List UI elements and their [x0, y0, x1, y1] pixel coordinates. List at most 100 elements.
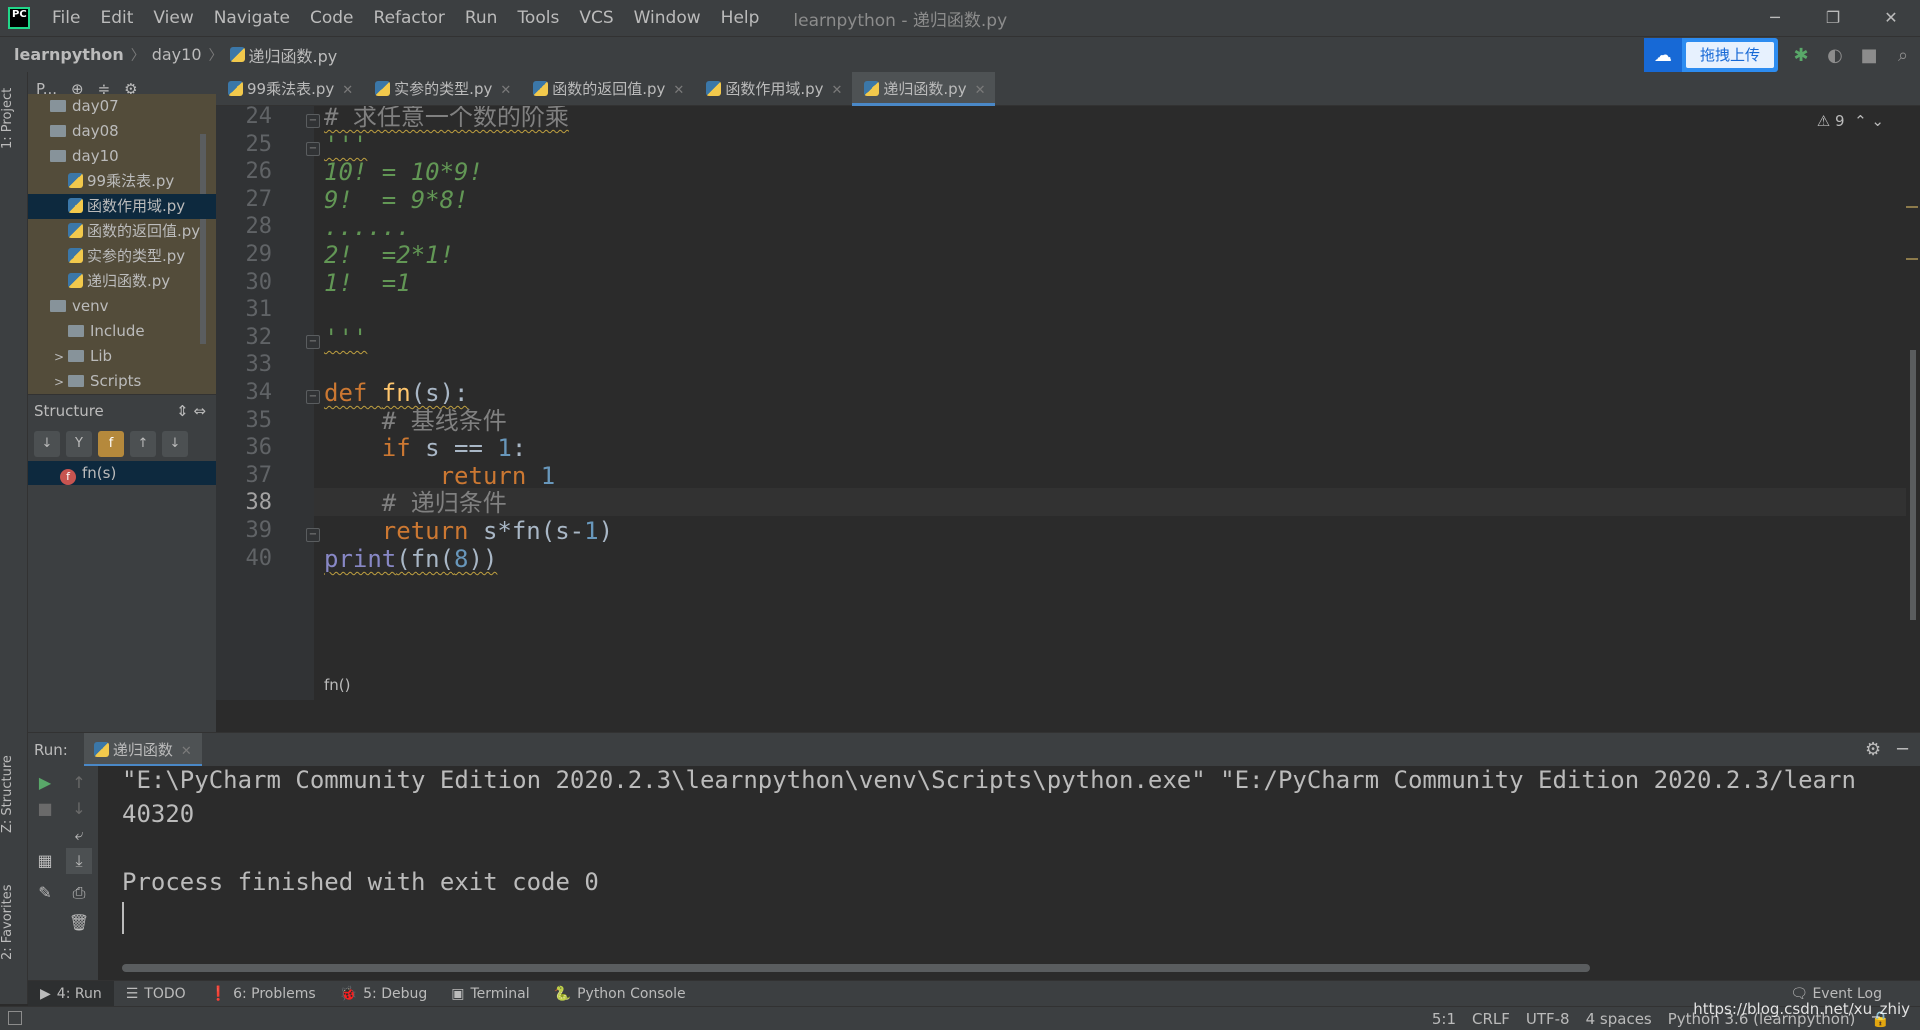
tree-item[interactable]: > Lib	[28, 344, 216, 369]
scroll-to-source-icon[interactable]: ↓	[162, 431, 188, 457]
bottom-tool-pythonconsole[interactable]: 🐍 Python Console	[542, 981, 698, 1007]
breadcrumb-file[interactable]: 递归函数.py	[249, 43, 338, 67]
restore-button[interactable]: ❐	[1804, 0, 1862, 36]
menu-window[interactable]: Window	[624, 0, 711, 36]
fold-marker-icon[interactable]: −	[306, 390, 320, 404]
search-icon[interactable]: ⌕	[1886, 45, 1920, 66]
stop-icon[interactable]: ■	[1852, 45, 1886, 66]
menu-vcs[interactable]: VCS	[569, 0, 623, 36]
fold-marker-icon[interactable]: −	[306, 335, 320, 349]
run-label: Run:	[34, 740, 68, 759]
tree-item[interactable]: 实参的类型.py	[28, 244, 216, 269]
layout-icon[interactable]: ▦	[32, 848, 58, 874]
structure-tool-tab[interactable]: Z: Structure	[0, 744, 28, 844]
soft-wrap-icon[interactable]: ⤶	[66, 822, 92, 848]
toggle-tool-windows-icon[interactable]	[8, 1011, 22, 1025]
tree-item[interactable]: 函数的返回值.py	[28, 219, 216, 244]
close-icon[interactable]: ✕	[673, 83, 684, 98]
tree-item[interactable]: 99乘法表.py	[28, 169, 216, 194]
editor-tab[interactable]: 递归函数.py ✕	[852, 72, 996, 106]
menu-help[interactable]: Help	[711, 0, 770, 36]
editor-tab[interactable]: 函数作用域.py ✕	[694, 72, 852, 106]
upload-button[interactable]: 拖拽上传	[1685, 42, 1774, 68]
menu-tools[interactable]: Tools	[507, 0, 569, 36]
menu-run[interactable]: Run	[455, 0, 508, 36]
fold-marker-icon[interactable]: −	[306, 142, 320, 156]
tree-item[interactable]: > Scripts	[28, 369, 216, 394]
code-line[interactable]: 1! =1	[324, 266, 411, 300]
file-encoding[interactable]: UTF-8	[1526, 1010, 1570, 1028]
code-breadcrumb[interactable]: fn()	[324, 670, 351, 700]
code-editor[interactable]: 24−25−26 27 28 29 30 31 32−33 34−35 36 37 38 39−40 …	[216, 106, 1920, 700]
menu-file[interactable]: File	[42, 0, 90, 36]
up-icon[interactable]: ↑	[66, 770, 92, 796]
menu-edit[interactable]: Edit	[90, 0, 143, 36]
bottom-tool-debug[interactable]: 🐞 5: Debug	[328, 981, 440, 1007]
code-line[interactable]: '''	[324, 321, 367, 355]
tree-item[interactable]: day07	[28, 94, 216, 119]
down-icon[interactable]: ↓	[66, 796, 92, 822]
close-icon[interactable]: ✕	[975, 83, 986, 98]
tree-item[interactable]: 函数作用域.py	[28, 194, 216, 219]
console-caret	[122, 902, 124, 934]
project-tool-tab[interactable]: 1: Project	[0, 78, 28, 158]
rerun-icon[interactable]: ▶	[32, 770, 58, 796]
tree-item[interactable]: 递归函数.py	[28, 269, 216, 294]
bottom-tool-terminal[interactable]: ▣ Terminal	[439, 981, 541, 1007]
favorites-tool-tab[interactable]: 2: Favorites	[0, 872, 28, 972]
close-icon[interactable]: ✕	[342, 83, 353, 98]
expand-arrow-icon[interactable]: >	[54, 345, 68, 370]
line-separator[interactable]: CRLF	[1472, 1010, 1510, 1028]
console-horizontal-scrollbar[interactable]	[122, 964, 1590, 972]
close-icon[interactable]: ✕	[181, 744, 192, 759]
scroll-to-end-icon[interactable]: ⤓	[66, 848, 92, 874]
minimize-button[interactable]: ─	[1746, 0, 1804, 36]
tree-item[interactable]: venv	[28, 294, 216, 319]
structure-item-fn[interactable]: f fn(s)	[28, 461, 216, 485]
trash-icon[interactable]: 🗑	[66, 910, 92, 936]
code-line[interactable]: print(fn(8))	[324, 542, 497, 576]
editor-tab[interactable]: 函数的返回值.py ✕	[521, 72, 694, 106]
run-tab[interactable]: 递归函数 ✕	[83, 732, 202, 767]
folder-icon	[68, 325, 84, 337]
expand-arrow-icon[interactable]: >	[54, 370, 68, 394]
indent-setting[interactable]: 4 spaces	[1586, 1010, 1652, 1028]
menu-refactor[interactable]: Refactor	[364, 0, 455, 36]
close-icon[interactable]: ✕	[832, 83, 843, 98]
bottom-tool-run[interactable]: ▶ 4: Run	[28, 980, 114, 1007]
bottom-tool-problems[interactable]: ❗ 6: Problems	[198, 981, 328, 1007]
run-console[interactable]: "E:\PyCharm Community Edition 2020.2.3\l…	[98, 766, 1920, 980]
editor-tab[interactable]: 99乘法表.py ✕	[216, 72, 363, 106]
stop-icon[interactable]: ■	[32, 796, 58, 822]
menu-navigate[interactable]: Navigate	[204, 0, 300, 36]
print-icon[interactable]: ⎙	[66, 880, 92, 906]
breadcrumb-folder[interactable]: day10	[152, 45, 202, 64]
gear-icon[interactable]: ⚙	[1865, 733, 1881, 767]
sort-alpha-icon[interactable]: ↓	[34, 431, 60, 457]
coverage-icon[interactable]: ◐	[1818, 45, 1852, 66]
editor-tab[interactable]: 实参的类型.py ✕	[363, 72, 521, 106]
close-window-button[interactable]: ✕	[1862, 0, 1920, 36]
fold-marker-icon[interactable]: −	[306, 528, 320, 542]
show-fields-icon[interactable]: f	[98, 431, 124, 457]
scroll-from-source-icon[interactable]: ↑	[130, 431, 156, 457]
tree-item[interactable]: day08	[28, 119, 216, 144]
debug-icon[interactable]: ✱	[1784, 45, 1818, 66]
menu-code[interactable]: Code	[300, 0, 364, 36]
close-icon[interactable]: ✕	[500, 83, 511, 98]
tree-item[interactable]: Include	[28, 319, 216, 344]
line-number: 38	[245, 490, 273, 515]
pin-icon[interactable]: ✎	[32, 880, 58, 906]
expand-collapse-icon[interactable]: ⇕ ⇔	[176, 402, 206, 420]
fold-marker-icon[interactable]: −	[306, 114, 320, 128]
menu-view[interactable]: View	[143, 0, 203, 36]
caret-position[interactable]: 5:1	[1432, 1010, 1456, 1028]
hide-panel-icon[interactable]: ─	[1897, 733, 1908, 767]
filter-icon[interactable]: Y	[66, 431, 92, 457]
bottom-tool-todo[interactable]: ☰ TODO	[114, 981, 198, 1007]
upload-widget[interactable]: ☁ 拖拽上传	[1643, 38, 1778, 72]
status-bar: 5:1 CRLF UTF-8 4 spaces Python 3.6 (lear…	[0, 1006, 1920, 1030]
breadcrumb-project[interactable]: learnpython	[14, 45, 124, 64]
tree-item[interactable]: day10	[28, 144, 216, 169]
warning-indicator[interactable]: ⚠ 9 ⌃ ⌄	[1817, 112, 1884, 130]
